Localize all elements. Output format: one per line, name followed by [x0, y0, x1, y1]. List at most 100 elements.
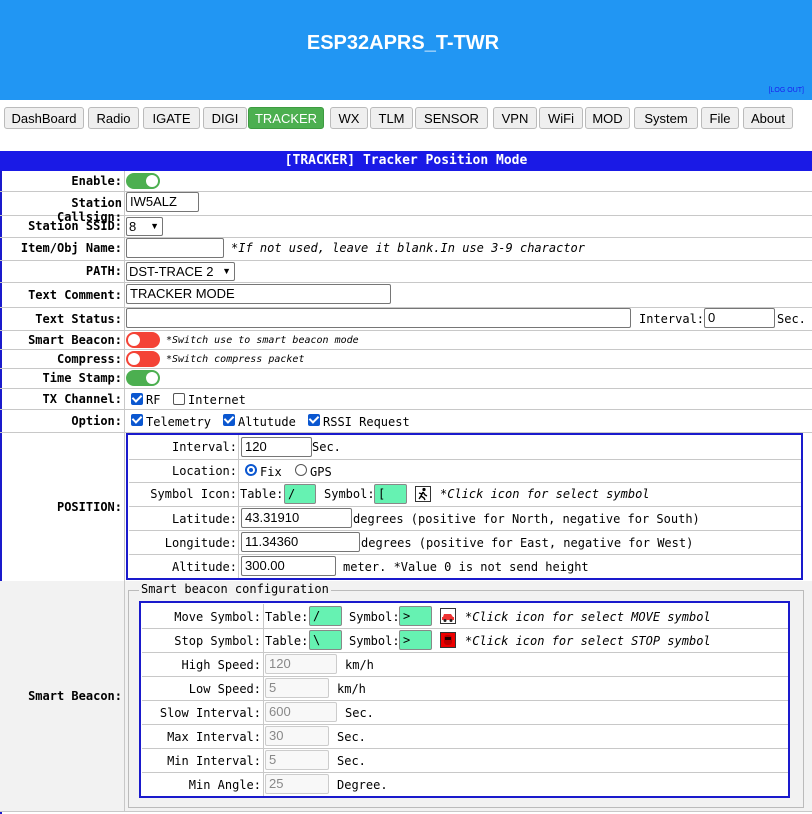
longitude-note: degrees (positive for East, negative for…: [361, 536, 694, 550]
row-enable: Enable:: [0, 171, 812, 192]
move-table-input[interactable]: /: [309, 606, 342, 626]
item-input[interactable]: [126, 238, 224, 258]
tab-dashboard[interactable]: DashBoard: [4, 107, 84, 129]
altitude-label: Altutude: [238, 415, 296, 429]
latitude-input[interactable]: 43.31910: [241, 508, 352, 528]
enable-label: Enable:: [71, 174, 122, 188]
altitude-input[interactable]: 300.00: [241, 556, 336, 576]
status-label: Text Status:: [35, 312, 122, 326]
symbol-note: *Click icon for select symbol: [440, 487, 650, 501]
compress-toggle[interactable]: [126, 351, 160, 367]
tab-wx[interactable]: WX: [330, 107, 368, 129]
ssid-select[interactable]: 8 ▼: [126, 217, 163, 236]
stop-table-input[interactable]: \: [309, 630, 342, 650]
status-interval-input[interactable]: 0: [704, 308, 775, 328]
high-speed-unit: km/h: [345, 658, 374, 672]
tab-system[interactable]: System: [634, 107, 698, 129]
callsign-input[interactable]: IW5ALZ: [126, 192, 199, 212]
tab-digi[interactable]: DIGI: [203, 107, 247, 129]
status-input[interactable]: [126, 308, 631, 328]
row-compress: Compress: *Switch compress packet: [0, 349, 812, 369]
runner-icon[interactable]: [415, 486, 431, 502]
logout-link[interactable]: [LOG OUT]: [769, 87, 804, 94]
latitude-label: Latitude:: [171, 512, 237, 526]
max-interval-row: Max Interval: 30 Sec.: [142, 724, 788, 749]
chevron-down-icon: ▼: [222, 266, 231, 276]
rf-checkbox[interactable]: [131, 393, 143, 405]
longitude-row: Longitude: 11.34360 degrees (positive fo…: [129, 530, 801, 555]
ssid-label: Station SSID:: [28, 219, 122, 233]
smart-beacon-label: Smart Beacon:: [28, 333, 122, 347]
max-interval-label: Max Interval:: [167, 730, 261, 744]
chevron-down-icon: ▼: [150, 221, 159, 231]
symbol-symbol-input[interactable]: [: [374, 484, 407, 504]
path-value: DST-TRACE 2: [129, 264, 214, 279]
car-icon[interactable]: [440, 608, 456, 624]
low-speed-input[interactable]: 5: [265, 678, 329, 698]
move-symbol-input[interactable]: >: [399, 606, 432, 626]
symbol-table-label: Table:: [240, 487, 284, 501]
position-interval-label: Interval:: [171, 440, 237, 454]
tab-radio[interactable]: Radio: [88, 107, 139, 129]
slow-interval-input[interactable]: 600: [265, 702, 337, 722]
min-interval-row: Min Interval: 5 Sec.: [142, 748, 788, 773]
slow-interval-unit: Sec.: [345, 706, 374, 720]
latitude-row: Latitude: 43.31910 degrees (positive for…: [129, 506, 801, 531]
row-option: Option: Telemetry Altutude RSSI Request: [0, 409, 812, 433]
max-interval-input[interactable]: 30: [265, 726, 329, 746]
min-angle-input[interactable]: 25: [265, 774, 329, 794]
comment-label: Text Comment:: [28, 288, 122, 302]
internet-checkbox[interactable]: [173, 393, 185, 405]
tab-sensor[interactable]: SENSOR: [415, 107, 488, 129]
min-interval-unit: Sec.: [337, 754, 366, 768]
longitude-input[interactable]: 11.34360: [241, 532, 360, 552]
gps-radio[interactable]: [295, 464, 307, 476]
fix-radio[interactable]: [245, 464, 257, 476]
telemetry-checkbox[interactable]: [131, 414, 143, 426]
symbol-table-input[interactable]: /: [284, 484, 316, 504]
tab-mod[interactable]: MOD: [585, 107, 630, 129]
stop-symbol-symbol-label: Symbol:: [349, 634, 400, 648]
stop-car-icon[interactable]: [440, 632, 456, 648]
longitude-label: Longitude:: [164, 536, 237, 550]
stop-symbol-input[interactable]: >: [399, 630, 432, 650]
timestamp-toggle[interactable]: [126, 370, 160, 386]
move-symbol-label: Move Symbol:: [174, 610, 261, 624]
smart-beacon-toggle[interactable]: [126, 332, 160, 348]
low-speed-row: Low Speed: 5 km/h: [142, 676, 788, 701]
stop-symbol-label: Stop Symbol:: [174, 634, 261, 648]
compress-label: Compress:: [56, 352, 122, 366]
enable-toggle[interactable]: [126, 173, 160, 189]
tab-tracker[interactable]: TRACKER: [248, 107, 324, 129]
position-interval-unit: Sec.: [312, 440, 341, 454]
tab-wifi[interactable]: WiFi: [539, 107, 583, 129]
status-interval-unit: Sec.: [777, 312, 806, 326]
row-comment: Text Comment: TRACKER MODE: [0, 282, 812, 308]
tab-igate[interactable]: IGATE: [143, 107, 200, 129]
location-label: Location:: [171, 464, 237, 478]
high-speed-label: High Speed:: [181, 658, 261, 672]
altitude-checkbox[interactable]: [223, 414, 235, 426]
tab-file[interactable]: File: [701, 107, 739, 129]
comment-input[interactable]: TRACKER MODE: [126, 284, 391, 304]
gps-label: GPS: [310, 465, 332, 479]
move-symbol-symbol-label: Symbol:: [349, 610, 400, 624]
path-select[interactable]: DST-TRACE 2 ▼: [126, 262, 235, 281]
panel-title: [TRACKER] Tracker Position Mode: [0, 151, 812, 171]
fix-label: Fix: [260, 465, 282, 479]
high-speed-row: High Speed: 120 km/h: [142, 652, 788, 677]
min-interval-input[interactable]: 5: [265, 750, 329, 770]
location-row: Location: Fix GPS: [129, 459, 801, 483]
tab-vpn[interactable]: VPN: [493, 107, 537, 129]
latitude-note: degrees (positive for North, negative fo…: [353, 512, 700, 526]
tab-tlm[interactable]: TLM: [370, 107, 413, 129]
path-label: PATH:: [85, 264, 122, 278]
row-timestamp: Time Stamp:: [0, 368, 812, 389]
high-speed-input[interactable]: 120: [265, 654, 337, 674]
item-label: Item/Obj Name:: [20, 241, 122, 255]
position-interval-input[interactable]: 120: [241, 437, 312, 457]
rssi-checkbox[interactable]: [308, 414, 320, 426]
option-label: Option:: [71, 414, 122, 428]
tab-about[interactable]: About: [743, 107, 793, 129]
stop-table-label: Table:: [265, 634, 309, 648]
